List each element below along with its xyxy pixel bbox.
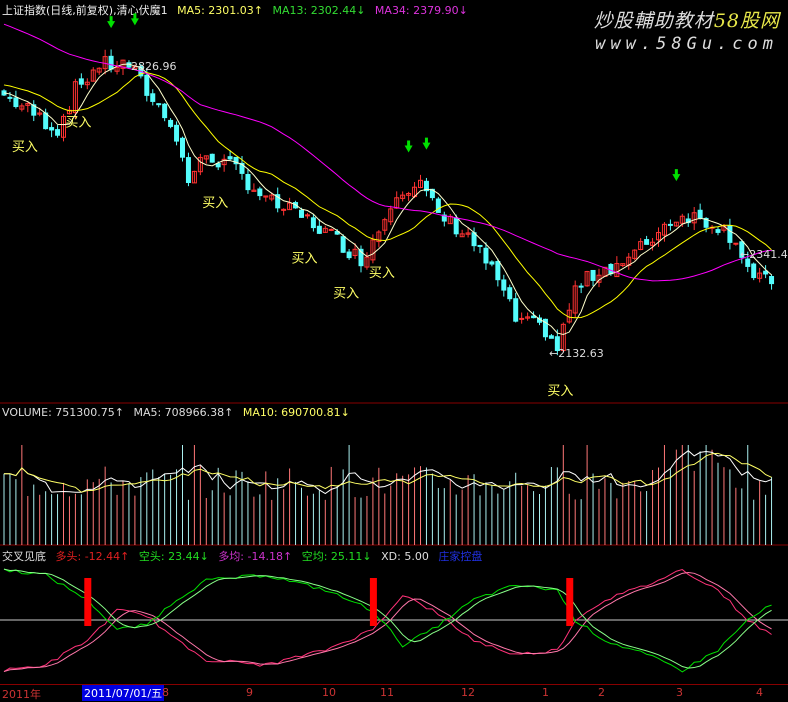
candle-body [316, 225, 322, 234]
buy-signal-label: 买入 [292, 251, 318, 266]
short-avg-line [3, 568, 772, 669]
sell-arrow-icon [672, 169, 681, 182]
candle-body [590, 269, 596, 281]
candle-body [453, 217, 459, 235]
month-tick: 3 [676, 686, 683, 699]
high-price-label: 2826.96 [131, 60, 177, 73]
buy-signal-label: 买入 [333, 286, 359, 301]
candle-body [49, 127, 55, 131]
candle-body [477, 244, 483, 247]
low-price-label: ←2132.63 [549, 347, 604, 360]
candle-body [13, 97, 19, 108]
candle-body [489, 261, 495, 265]
candle-body [55, 129, 61, 136]
year-label: 2011年 [2, 688, 41, 701]
volume-ma10-line [3, 452, 772, 493]
candle-body [548, 335, 554, 339]
candle-body [578, 285, 584, 288]
candle-body [108, 55, 114, 70]
candle-body [519, 317, 525, 320]
sell-arrow-icon [404, 140, 413, 153]
candle-body [215, 163, 221, 168]
candle-body [150, 93, 156, 102]
time-axis: 2011年 2011/07/01/五 8 9 10 11 12 1 2 3 4 [0, 684, 788, 702]
month-tick: 2 [598, 686, 605, 699]
month-tick: 10 [322, 686, 336, 699]
candle-body [180, 137, 185, 158]
candle-body [667, 223, 673, 226]
candle-body [168, 119, 174, 127]
candle-body [43, 112, 49, 130]
candle-body [162, 103, 168, 119]
candle-body [174, 124, 180, 142]
volume-ma5-line [3, 450, 772, 495]
sell-arrow-icon [107, 16, 116, 29]
cross-signal-bar [369, 578, 377, 626]
month-tick: 9 [246, 686, 253, 699]
candle-body [227, 156, 233, 160]
cross-signal-bar [84, 578, 92, 626]
ma5-line [3, 63, 772, 335]
month-tick: 11 [380, 686, 394, 699]
candle-body [209, 153, 215, 163]
candle-body [299, 209, 304, 218]
candle-body [513, 298, 519, 322]
candle-body [608, 263, 614, 275]
last-price-label: ←2341.42 [740, 248, 788, 261]
candle-body [697, 209, 703, 219]
candle-body [435, 198, 441, 213]
candle-body [751, 263, 757, 279]
candle-body [727, 225, 733, 243]
candle-body [78, 78, 84, 85]
candle-body [156, 103, 162, 106]
candle-body [185, 157, 191, 184]
candle-body [733, 242, 739, 245]
candle-body [763, 270, 769, 275]
buy-signal-label: 买入 [12, 140, 38, 155]
current-date: 2011/07/01/五 [82, 685, 165, 701]
month-tick: 12 [461, 686, 475, 699]
buy-signal-label: 买入 [547, 384, 573, 399]
candle-body [144, 74, 150, 96]
candle-body [495, 261, 501, 281]
candle-body [310, 217, 316, 229]
candle-body [346, 251, 352, 259]
buy-signal-label: 买入 [65, 116, 91, 131]
month-tick: 8 [162, 686, 169, 699]
candle-body [7, 96, 13, 99]
candle-body [715, 229, 721, 233]
sell-arrow-icon [130, 13, 139, 26]
candle-body [483, 247, 489, 264]
candle-body [340, 236, 346, 253]
candle-body [644, 239, 650, 245]
month-tick: 1 [542, 686, 549, 699]
buy-signal-label: 买入 [202, 196, 228, 211]
candle-body [304, 214, 310, 217]
cross-signal-bar [566, 578, 574, 626]
stock-chart[interactable]: 买入买入买入买入买入买入买入 2826.96 ←2132.63 ←2341.42 [0, 0, 788, 684]
candle-body [471, 232, 477, 247]
candle-body [245, 173, 251, 191]
candle-body [507, 287, 513, 300]
sell-arrow-icon [422, 137, 431, 150]
candle-body [328, 228, 334, 231]
ma34-line [3, 23, 772, 282]
candle-body [501, 279, 507, 291]
month-tick: 4 [756, 686, 763, 699]
candle-body [769, 276, 775, 285]
buy-signal-label: 买入 [369, 266, 395, 281]
candle-body [257, 188, 263, 197]
